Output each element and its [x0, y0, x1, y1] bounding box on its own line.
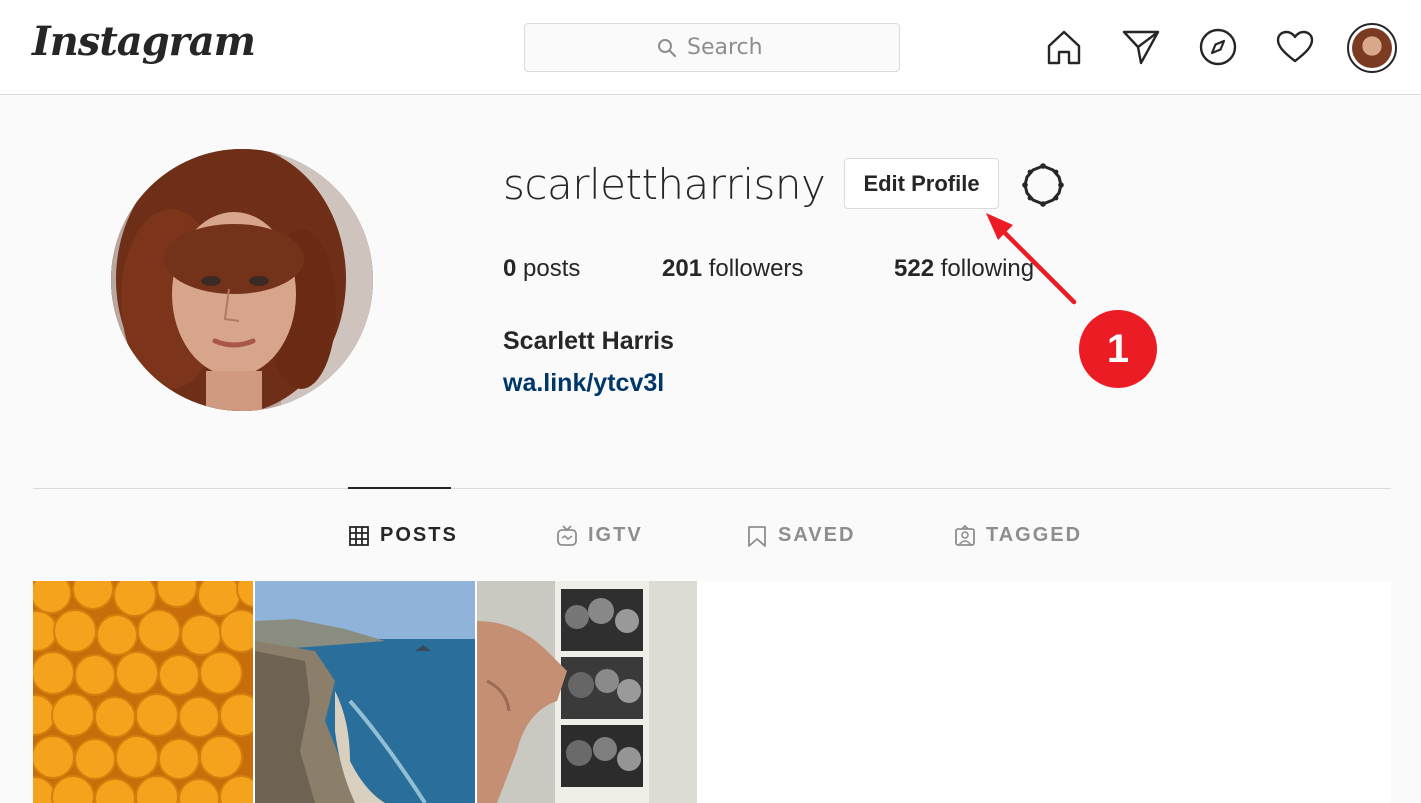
tab-igtv[interactable]: IGTV [556, 524, 643, 547]
grid-icon [349, 525, 369, 546]
tabs-divider [33, 488, 1391, 489]
bookmark-icon [748, 525, 766, 547]
following-label: following [940, 255, 1035, 282]
profile-full-name: Scarlett Harris [503, 327, 674, 355]
direct-message-icon[interactable] [1120, 26, 1162, 68]
instagram-logo[interactable]: Instagram [32, 18, 256, 65]
following-count: 522 [894, 255, 935, 282]
explore-compass-icon[interactable] [1197, 26, 1239, 68]
bio-link[interactable]: wa.link/ytcv3l [503, 369, 664, 398]
tab-saved[interactable]: SAVED [746, 524, 855, 547]
edit-profile-button[interactable]: Edit Profile [844, 158, 999, 209]
home-icon[interactable] [1043, 26, 1085, 68]
tab-posts[interactable]: POSTS [348, 524, 458, 547]
settings-gear-icon[interactable] [1020, 162, 1066, 208]
search-input[interactable] [687, 35, 767, 60]
annotation-step-badge: 1 [1079, 310, 1157, 388]
tab-saved-label: SAVED [778, 524, 856, 546]
photo-booth-image [477, 581, 697, 803]
posts-count: 0 [503, 255, 517, 282]
post-thumbnail-oranges[interactable] [33, 581, 253, 803]
posts-count-stat: 0 posts [503, 255, 580, 283]
search-box[interactable] [524, 23, 900, 72]
profile-username: scarlettharrisny [503, 160, 826, 209]
search-icon [658, 38, 677, 57]
tagged-icon [955, 524, 975, 546]
oranges-image [33, 581, 253, 803]
followers-count: 201 [662, 255, 703, 282]
active-tab-indicator [348, 487, 451, 489]
activity-heart-icon[interactable] [1274, 26, 1316, 68]
tab-igtv-label: IGTV [588, 524, 643, 546]
igtv-icon [557, 524, 577, 546]
tab-tagged-label: TAGGED [986, 524, 1083, 546]
coast-image [255, 581, 475, 803]
followers-stat[interactable]: 201 followers [662, 255, 803, 283]
post-thumbnail-photo-booth[interactable] [477, 581, 697, 803]
tab-posts-label: POSTS [380, 524, 458, 546]
posts-label: posts [523, 255, 581, 282]
top-nav-bar: Instagram [0, 0, 1421, 95]
avatar-image [1352, 28, 1392, 68]
tab-tagged[interactable]: TAGGED [954, 524, 1082, 547]
profile-photo-image [111, 149, 373, 411]
post-thumbnail-coast[interactable] [255, 581, 475, 803]
followers-label: followers [708, 255, 804, 282]
nav-profile-avatar[interactable] [1347, 23, 1397, 73]
following-stat[interactable]: 522 following [894, 255, 1034, 283]
profile-picture[interactable] [111, 149, 373, 411]
